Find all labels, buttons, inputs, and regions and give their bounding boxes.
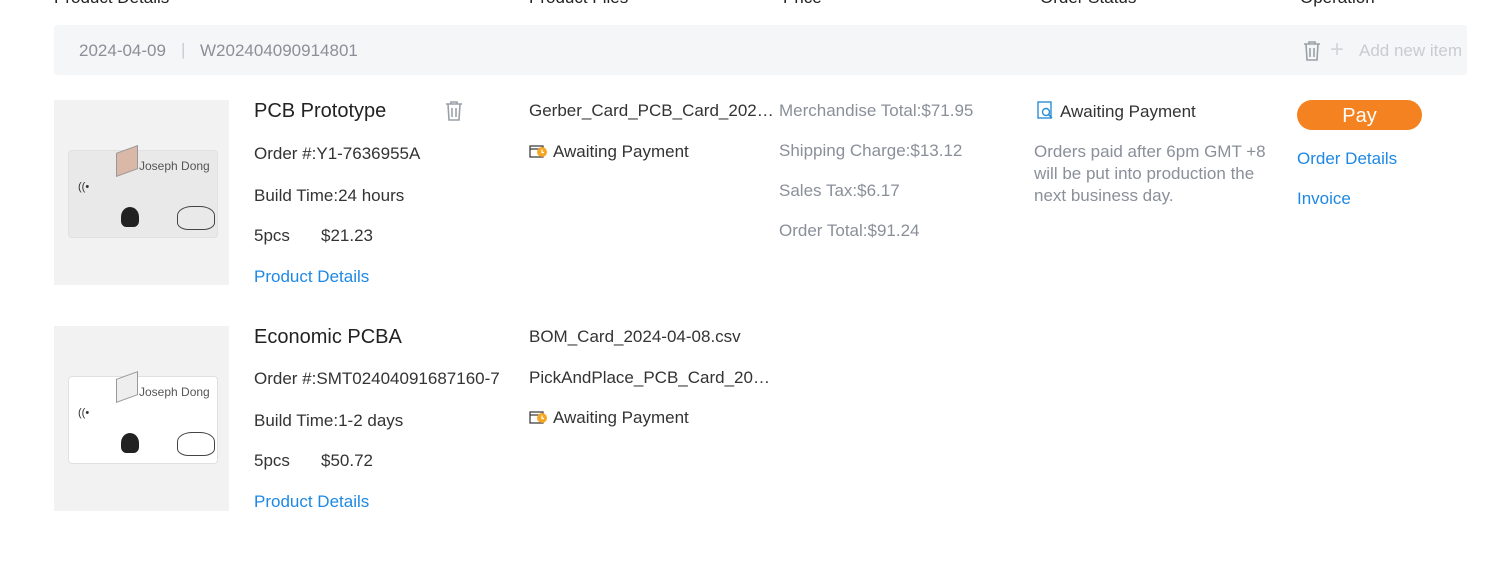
file-link[interactable]: PickAndPlace_PCB_Card_2024-04-08.csv [529, 368, 774, 388]
order-details-link[interactable]: Order Details [1297, 149, 1397, 169]
separator: | [181, 40, 186, 59]
file-status-text: Awaiting Payment [553, 408, 689, 427]
order-number: Order #:SMT02404091687160-7 [254, 369, 500, 388]
order-id: W202404090914801 [200, 41, 358, 60]
product-thumbnail[interactable]: Joseph Dong ((• [54, 100, 229, 285]
table-header: Product Details Product Files Price Orde… [0, 0, 1497, 7]
product-title: Economic PCBA [254, 326, 402, 348]
sales-tax: Sales Tax:$6.17 [779, 181, 900, 200]
pcb-card-image: Joseph Dong ((• [68, 144, 218, 238]
file-link[interactable]: Gerber_Card_PCB_Card_2024-04-08.zip [529, 101, 774, 121]
order-total: Order Total:$91.24 [779, 221, 920, 240]
header-operation: Operation [1300, 0, 1375, 8]
calendar-clock-icon [529, 411, 547, 424]
pcb-card-image: Joseph Dong ((• [68, 370, 218, 464]
file-status: Awaiting Payment [529, 142, 774, 162]
build-time: Build Time:1-2 days [254, 411, 404, 430]
header-price: Price [783, 0, 822, 8]
product-thumbnail[interactable]: Joseph Dong ((• [54, 326, 229, 511]
build-time: Build Time:24 hours [254, 186, 405, 205]
production-note: Orders paid after 6pm GMT +8 will be put… [1034, 142, 1266, 205]
trash-icon[interactable] [1303, 41, 1321, 61]
add-new-item-link[interactable]: Add new item [1359, 41, 1462, 61]
file-status-text: Awaiting Payment [553, 142, 689, 161]
header-product-files: Product Files [529, 0, 628, 8]
item-price: $21.23 [321, 226, 373, 245]
file-link[interactable]: BOM_Card_2024-04-08.csv [529, 327, 774, 347]
item-price: $50.72 [321, 451, 373, 470]
header-product-details: Product Details [54, 0, 169, 8]
shipping-charge: Shipping Charge:$13.12 [779, 141, 963, 160]
quantity: 5pcs [254, 451, 290, 470]
trash-icon[interactable] [445, 101, 463, 121]
thumb-name-text: Joseph Dong [139, 159, 210, 173]
product-title: PCB Prototype [254, 100, 387, 122]
order-number: Order #:Y1-7636955A [254, 144, 421, 163]
header-order-status: Order Status [1040, 0, 1136, 8]
quantity: 5pcs [254, 226, 290, 245]
order-date: 2024-04-09 [79, 41, 166, 60]
order-status-text: Awaiting Payment [1060, 102, 1196, 121]
product-details-link[interactable]: Product Details [254, 267, 369, 287]
product-details-link[interactable]: Product Details [254, 492, 369, 512]
thumb-name-text: Joseph Dong [139, 385, 210, 399]
plus-icon[interactable]: + [1330, 38, 1344, 62]
order-group-bar: 2024-04-09 | W202404090914801 + Add new … [54, 25, 1467, 75]
pay-button[interactable]: Pay [1297, 100, 1422, 130]
document-search-icon [1037, 101, 1053, 119]
merchandise-total: Merchandise Total:$71.95 [779, 101, 974, 120]
order-status: Awaiting Payment [1036, 101, 1196, 122]
calendar-clock-icon [529, 145, 547, 158]
invoice-link[interactable]: Invoice [1297, 189, 1351, 209]
file-status: Awaiting Payment [529, 408, 774, 428]
